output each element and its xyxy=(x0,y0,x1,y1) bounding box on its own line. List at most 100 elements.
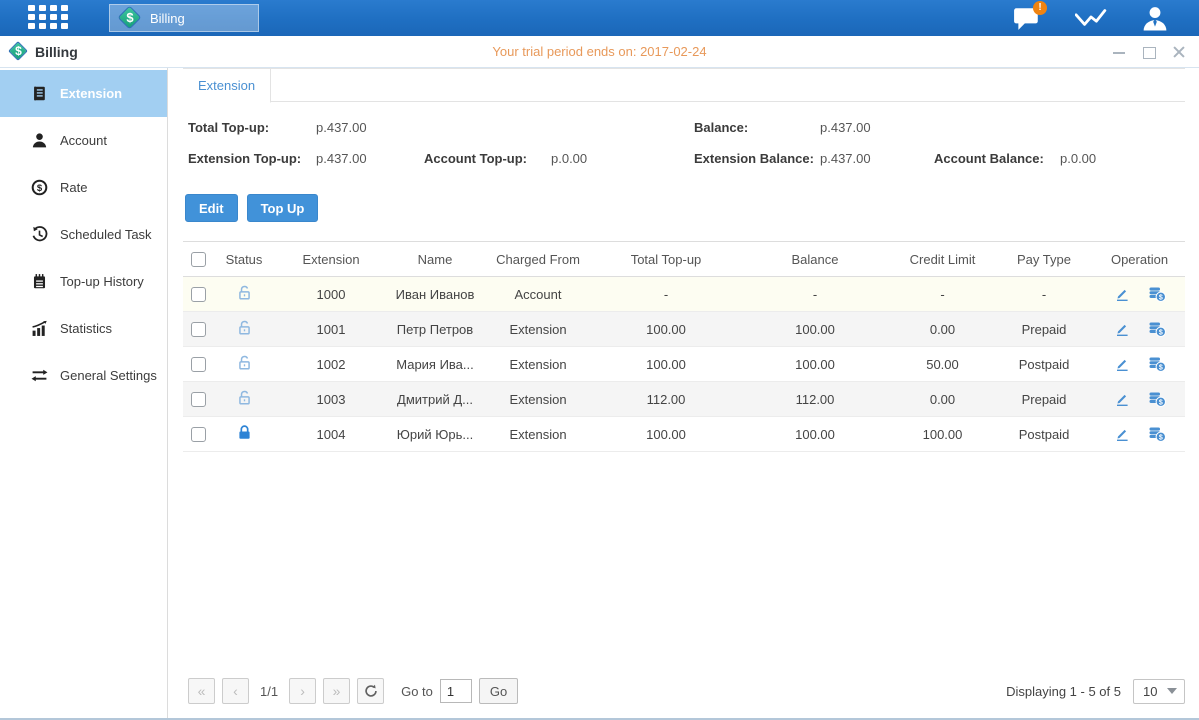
extension-topup-label: Extension Top-up: xyxy=(188,151,316,166)
prev-page-button[interactable]: ‹ xyxy=(222,678,249,704)
table-row: 1001 Петр Петров Extension 100.00 100.00… xyxy=(183,312,1185,347)
sidebar-item-label: Account xyxy=(60,133,107,148)
edit-row-icon[interactable] xyxy=(1114,356,1130,372)
sidebar-item-rate[interactable]: $ Rate xyxy=(0,164,167,211)
top-up-row-icon[interactable]: $ xyxy=(1148,426,1166,442)
first-page-button[interactable]: « xyxy=(188,678,215,704)
app-grid-icon[interactable] xyxy=(28,5,74,31)
cell-balance: 100.00 xyxy=(739,417,891,452)
taskbar-tab-label: Billing xyxy=(150,11,185,26)
cell-name: Мария Ива... xyxy=(387,347,483,382)
tab-strip: Extension xyxy=(183,68,1185,102)
tab-extension[interactable]: Extension xyxy=(183,69,271,103)
sidebar-item-statistics[interactable]: Statistics xyxy=(0,305,167,352)
edit-row-icon[interactable] xyxy=(1114,391,1130,407)
row-checkbox[interactable] xyxy=(191,357,206,372)
maximize-button[interactable] xyxy=(1141,44,1157,60)
last-page-button[interactable]: » xyxy=(323,678,350,704)
cell-extension: 1001 xyxy=(275,312,387,347)
displaying-text: Displaying 1 - 5 of 5 xyxy=(1006,684,1121,699)
balance-value: p.437.00 xyxy=(820,120,934,135)
top-up-row-icon[interactable]: $ xyxy=(1148,321,1166,337)
edit-row-icon[interactable] xyxy=(1114,321,1130,337)
extension-icon xyxy=(30,85,48,103)
cell-pay-type: Prepaid xyxy=(994,312,1094,347)
page-size-select[interactable]: 10 xyxy=(1133,679,1185,704)
col-status: Status xyxy=(213,242,275,277)
table-row: 1004 Юрий Юрь... Extension 100.00 100.00… xyxy=(183,417,1185,452)
edit-row-icon[interactable] xyxy=(1114,286,1130,302)
top-up-row-icon[interactable]: $ xyxy=(1148,286,1166,302)
sidebar-item-account[interactable]: Account xyxy=(0,117,167,164)
minimize-button[interactable] xyxy=(1111,44,1127,60)
billing-window: $ Billing ! xyxy=(0,0,1199,720)
status-unlocked-icon xyxy=(236,284,253,301)
account-balance-label: Account Balance: xyxy=(934,151,1060,166)
cell-name: Петр Петров xyxy=(387,312,483,347)
notifications-icon[interactable]: ! xyxy=(1011,4,1043,32)
user-icon[interactable] xyxy=(1139,4,1171,32)
cell-total-topup: 100.00 xyxy=(593,417,739,452)
page-indicator: 1/1 xyxy=(260,684,278,699)
cell-name: Дмитрий Д... xyxy=(387,382,483,417)
close-button[interactable] xyxy=(1171,44,1187,60)
cell-charged-from: Extension xyxy=(483,347,593,382)
cell-credit-limit: - xyxy=(891,277,994,312)
pagination-bar: « ‹ 1/1 › » Go to Go Displaying 1 - 5 of… xyxy=(183,676,1185,706)
row-checkbox[interactable] xyxy=(191,427,206,442)
cell-total-topup: 100.00 xyxy=(593,347,739,382)
row-checkbox[interactable] xyxy=(191,392,206,407)
window-title: Billing xyxy=(35,44,78,60)
next-page-button[interactable]: › xyxy=(289,678,316,704)
svg-text:$: $ xyxy=(36,183,42,194)
cell-total-topup: 112.00 xyxy=(593,382,739,417)
account-topup-label: Account Top-up: xyxy=(424,151,551,166)
total-topup-value: p.437.00 xyxy=(316,120,424,135)
balance-label: Balance: xyxy=(694,120,820,135)
go-button[interactable]: Go xyxy=(479,678,518,704)
titlebar: $ Billing Your trial period ends on: 201… xyxy=(0,36,1199,68)
cell-pay-type: - xyxy=(994,277,1094,312)
col-operation: Operation xyxy=(1094,242,1185,277)
action-buttons: Edit Top Up xyxy=(183,194,1185,222)
billing-title-icon: $ xyxy=(8,41,29,62)
refresh-button[interactable] xyxy=(357,678,384,704)
svg-text:$: $ xyxy=(1158,329,1162,336)
top-up-button[interactable]: Top Up xyxy=(247,194,319,222)
col-extension: Extension xyxy=(275,242,387,277)
sidebar-item-topup-history[interactable]: Top-up History xyxy=(0,258,167,305)
sidebar-item-extension[interactable]: Extension xyxy=(0,70,167,117)
status-unlocked-icon xyxy=(236,354,253,371)
trial-notice: Your trial period ends on: 2017-02-24 xyxy=(0,44,1199,59)
top-up-row-icon[interactable]: $ xyxy=(1148,356,1166,372)
top-up-row-icon[interactable]: $ xyxy=(1148,391,1166,407)
account-balance-value: p.0.00 xyxy=(1060,151,1185,166)
edit-button[interactable]: Edit xyxy=(185,194,238,222)
resource-monitor-icon[interactable] xyxy=(1075,4,1107,32)
edit-row-icon[interactable] xyxy=(1114,426,1130,442)
table-row: 1003 Дмитрий Д... Extension 112.00 112.0… xyxy=(183,382,1185,417)
cell-extension: 1004 xyxy=(275,417,387,452)
line-chart-icon xyxy=(1075,6,1107,30)
col-name: Name xyxy=(387,242,483,277)
cell-credit-limit: 50.00 xyxy=(891,347,994,382)
page-size-value: 10 xyxy=(1143,684,1157,699)
goto-page-input[interactable] xyxy=(440,679,472,703)
row-checkbox[interactable] xyxy=(191,322,206,337)
table-header-row: Status Extension Name Charged From Total… xyxy=(183,242,1185,277)
cell-pay-type: Prepaid xyxy=(994,382,1094,417)
sidebar-item-general-settings[interactable]: General Settings xyxy=(0,352,167,399)
sidebar-item-label: Extension xyxy=(60,86,122,101)
cell-charged-from: Account xyxy=(483,277,593,312)
cell-total-topup: 100.00 xyxy=(593,312,739,347)
status-unlocked-icon xyxy=(236,319,253,336)
sidebar-item-scheduled-task[interactable]: Scheduled Task xyxy=(0,211,167,258)
balance-summary: Total Top-up: p.437.00 Balance: p.437.00… xyxy=(183,112,1185,174)
goto-label: Go to xyxy=(401,684,433,699)
cell-charged-from: Extension xyxy=(483,382,593,417)
cell-credit-limit: 0.00 xyxy=(891,312,994,347)
taskbar-tab-billing[interactable]: $ Billing xyxy=(109,4,259,32)
row-checkbox[interactable] xyxy=(191,287,206,302)
select-all-checkbox[interactable] xyxy=(191,252,206,267)
sidebar-item-label: Scheduled Task xyxy=(60,227,152,242)
